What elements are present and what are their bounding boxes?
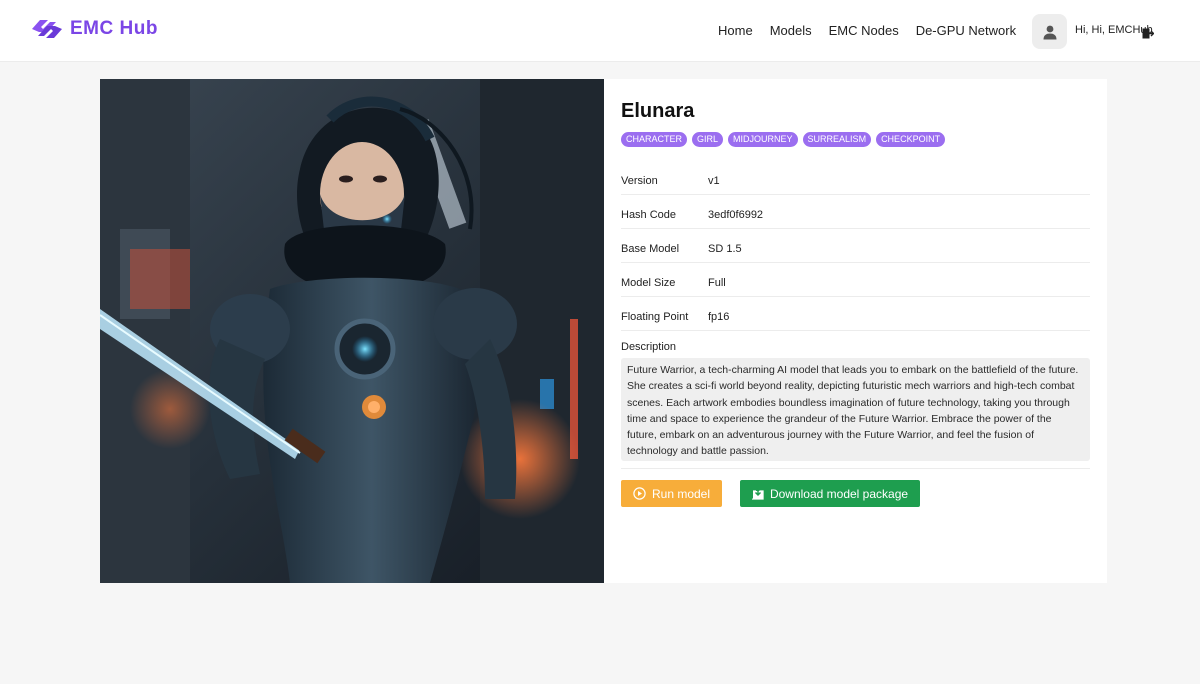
download-icon	[751, 487, 764, 500]
detail-label: Version	[621, 175, 658, 187]
nav-emc-nodes[interactable]: EMC Nodes	[829, 23, 899, 38]
tag-checkpoint[interactable]: CHECKPOINT	[876, 132, 946, 147]
brand-name: EMC Hub	[70, 18, 158, 39]
tag-character[interactable]: CHARACTER	[621, 132, 688, 147]
user-icon	[1043, 25, 1056, 39]
cyber-warrior-illustration	[100, 79, 604, 583]
detail-row-version: Version v1	[621, 161, 1090, 195]
tag-surrealism[interactable]: SURREALISM	[802, 132, 872, 147]
detail-label: Model Size	[621, 277, 676, 289]
logout-icon[interactable]	[1142, 26, 1155, 44]
detail-label: Hash Code	[621, 209, 677, 221]
detail-row-model-size: Model Size Full	[621, 263, 1090, 297]
emc-logo-icon	[32, 20, 62, 38]
tag-midjourney[interactable]: MIDJOURNEY	[728, 132, 798, 147]
detail-row-floating-point: Floating Point fp16	[621, 297, 1090, 331]
description-label: Description	[621, 341, 677, 353]
detail-row-hash-code: Hash Code 3edf0f6992	[621, 195, 1090, 229]
detail-value: SD 1.5	[708, 243, 742, 255]
brand-logo[interactable]: EMC Hub	[30, 15, 158, 43]
download-model-button[interactable]: Download model package	[740, 480, 920, 507]
top-navbar: EMC Hub Home Models EMC Nodes De-GPU Net…	[0, 0, 1200, 62]
user-greeting: Hi, Hi, EMCHub	[1075, 24, 1153, 36]
detail-value: fp16	[708, 311, 730, 323]
nav-home[interactable]: Home	[718, 23, 753, 38]
nav-models[interactable]: Models	[770, 23, 812, 38]
detail-label: Base Model	[621, 243, 680, 255]
avatar[interactable]	[1032, 14, 1067, 49]
model-title: Elunara	[621, 100, 695, 122]
description-text: Future Warrior, a tech-charming AI model…	[621, 358, 1090, 461]
detail-row-base-model: Base Model SD 1.5	[621, 229, 1090, 263]
model-info-panel: Elunara CHARACTER GIRL MIDJOURNEY SURREA…	[604, 79, 1107, 583]
play-circle-icon	[633, 487, 646, 500]
detail-label: Floating Point	[621, 311, 689, 323]
download-model-label: Download model package	[769, 486, 909, 501]
detail-value: 3edf0f6992	[708, 209, 764, 221]
main-nav: Home Models EMC Nodes De-GPU Network	[718, 23, 1033, 38]
tag-list: CHARACTER GIRL MIDJOURNEY SURREALISM CHE…	[621, 132, 950, 147]
detail-value: Full	[708, 277, 726, 289]
run-model-label: Run model	[651, 486, 711, 501]
nav-de-gpu-network[interactable]: De-GPU Network	[916, 23, 1016, 38]
tag-girl[interactable]: GIRL	[692, 132, 724, 147]
detail-value: v1	[708, 175, 720, 187]
model-preview-image	[100, 79, 604, 583]
divider	[621, 468, 1090, 469]
run-model-button[interactable]: Run model	[621, 480, 722, 507]
